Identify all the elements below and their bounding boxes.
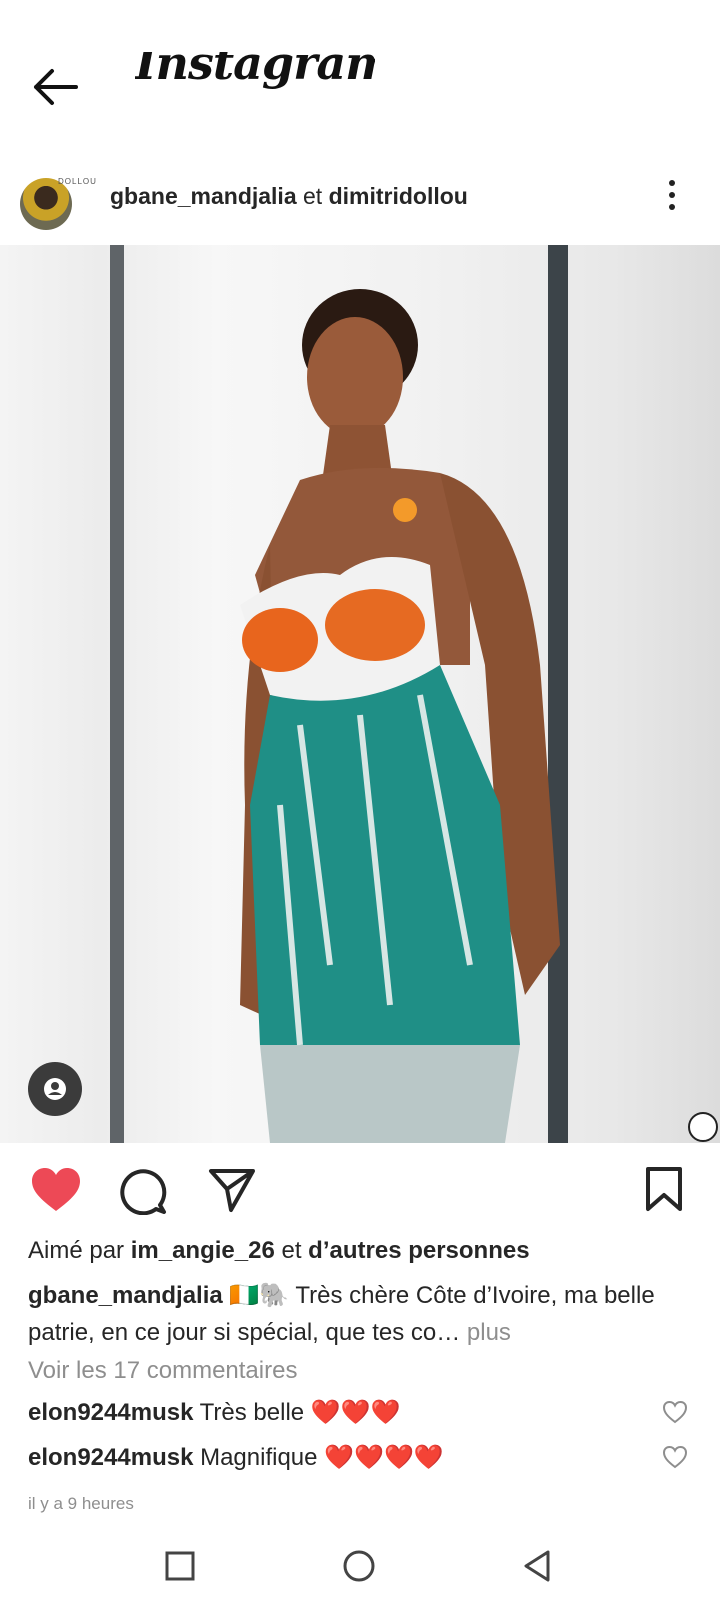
heart-outline-icon	[662, 1400, 688, 1424]
comment-text: Magnifique ❤️❤️❤️❤️	[200, 1444, 444, 1471]
avatar-tag: DOLLOU	[58, 177, 97, 186]
coauthor-link[interactable]: dimitridollou	[329, 183, 468, 209]
comment-button[interactable]	[120, 1167, 168, 1216]
more-vertical-icon	[660, 180, 684, 210]
square-icon	[165, 1551, 195, 1581]
likes-prefix: Aimé par	[28, 1237, 125, 1264]
caption-more-link[interactable]: plus	[467, 1319, 511, 1346]
post-timestamp: il y a 9 heures	[28, 1494, 134, 1513]
post-options-button[interactable]	[660, 176, 684, 218]
comment-item: elon9244musk Très belle ❤️❤️❤️	[28, 1398, 400, 1427]
back-button[interactable]	[28, 62, 84, 112]
home-nav-button[interactable]	[342, 1549, 376, 1583]
arrow-left-icon	[34, 69, 78, 105]
heart-outline-icon	[662, 1445, 688, 1469]
instagram-logo: Instagram	[135, 52, 375, 114]
share-button[interactable]	[208, 1167, 256, 1213]
post-authors: gbane_mandjalia et dimitridollou	[110, 183, 468, 210]
comment-user[interactable]: elon9244musk	[28, 1444, 193, 1471]
caption-author[interactable]: gbane_mandjalia	[28, 1282, 223, 1309]
comment-like-button[interactable]	[662, 1445, 688, 1469]
back-nav-button[interactable]	[522, 1549, 552, 1583]
photo-illustration	[240, 289, 560, 1143]
comment-icon	[120, 1169, 167, 1216]
post-caption: gbane_mandjalia 🇨🇮🐘 Très chère Côte d’Iv…	[28, 1277, 700, 1351]
heart-filled-icon	[32, 1168, 80, 1211]
likes-summary[interactable]: Aimé par im_angie_26 et d’autres personn…	[28, 1237, 530, 1265]
author-link[interactable]: gbane_mandjalia	[110, 183, 297, 209]
recents-nav-button[interactable]	[164, 1550, 196, 1582]
photographer-logo-icon	[688, 1112, 718, 1142]
paper-plane-icon	[209, 1169, 255, 1212]
comment-item: elon9244musk Magnifique ❤️❤️❤️❤️	[28, 1443, 444, 1472]
likes-user[interactable]: im_angie_26	[131, 1237, 275, 1264]
photo-tag-button[interactable]	[28, 1062, 82, 1116]
view-comments-link[interactable]: Voir les 17 commentaires	[28, 1357, 297, 1385]
likes-conj: et	[281, 1237, 302, 1264]
comment-user[interactable]: elon9244musk	[28, 1399, 193, 1426]
triangle-back-icon	[524, 1550, 550, 1582]
author-conjunction: et	[303, 183, 323, 209]
bookmark-icon	[646, 1167, 682, 1211]
save-button[interactable]	[644, 1166, 684, 1212]
comment-text: Très belle ❤️❤️❤️	[199, 1399, 401, 1426]
brand-text: Instagram	[135, 52, 375, 90]
like-button[interactable]	[30, 1167, 82, 1213]
comment-like-button[interactable]	[662, 1400, 688, 1424]
likes-others[interactable]: d’autres personnes	[308, 1237, 529, 1264]
person-tag-icon	[44, 1078, 66, 1100]
post-photo[interactable]	[0, 245, 720, 1143]
circle-icon	[343, 1550, 375, 1582]
